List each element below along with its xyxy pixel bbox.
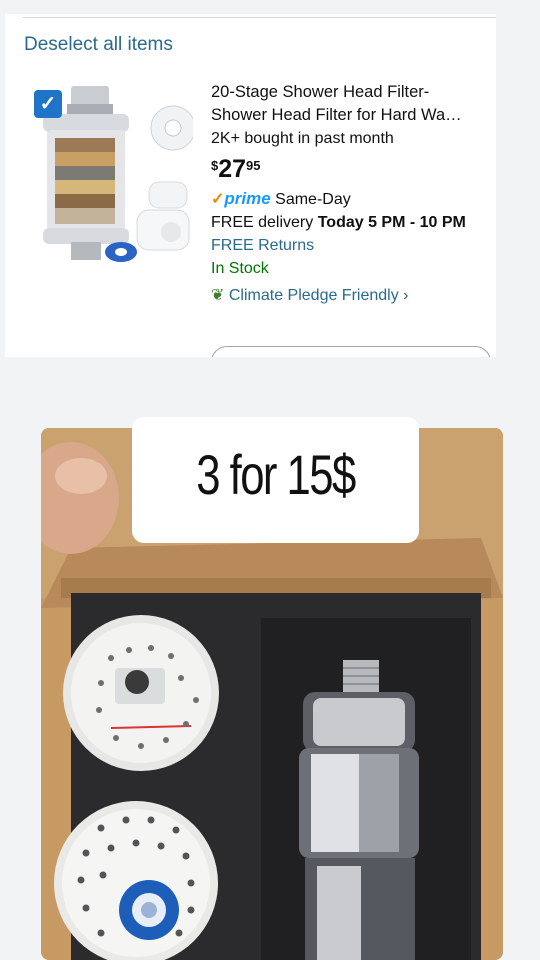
prime-speed: Same-Day [275,191,351,208]
price-whole: 27 [218,155,247,183]
prime-row: ✓prime Same-Day [211,189,493,209]
chevron-right-icon: › [403,287,409,304]
climate-pledge-link[interactable]: ❦ Climate Pledge Friendly › [211,285,493,305]
climate-label: Climate Pledge Friendly [228,287,399,304]
item-checkbox[interactable]: ✓ [34,90,62,118]
cart-item-card: Deselect all items ✓ 20-Stage Shower Hea… [5,14,496,357]
price-overlay-caption: 3 for 15$ [196,443,356,506]
price-fraction: 95 [246,158,261,173]
product-title[interactable]: 20-Stage Shower Head Filter- Shower Head… [211,81,493,127]
item-details: 20-Stage Shower Head Filter- Shower Head… [211,81,493,305]
prime-logo: prime [224,189,271,208]
climate-leaf-icon: ❦ [211,287,225,304]
stock-status: In Stock [211,260,269,277]
prime-check-icon: ✓ [211,191,225,208]
quantity-button-edge[interactable] [211,346,491,357]
bought-count: 2K+ bought in past month [211,130,394,147]
delivery-time: Today 5 PM - 10 PM [317,214,466,231]
price: $2795 [211,157,493,182]
delivery-info: FREE delivery Today 5 PM - 10 PM [211,212,493,234]
price-symbol: $ [211,158,219,173]
delivery-prefix: FREE delivery [211,214,318,231]
deselect-all-link[interactable]: Deselect all items [24,34,173,56]
free-returns-link[interactable]: FREE Returns [211,237,493,255]
product-title-line1[interactable]: 20-Stage Shower Head Filter- [211,81,493,104]
divider [23,17,496,18]
product-title-line2[interactable]: Shower Head Filter for Hard Wa… [211,104,493,127]
